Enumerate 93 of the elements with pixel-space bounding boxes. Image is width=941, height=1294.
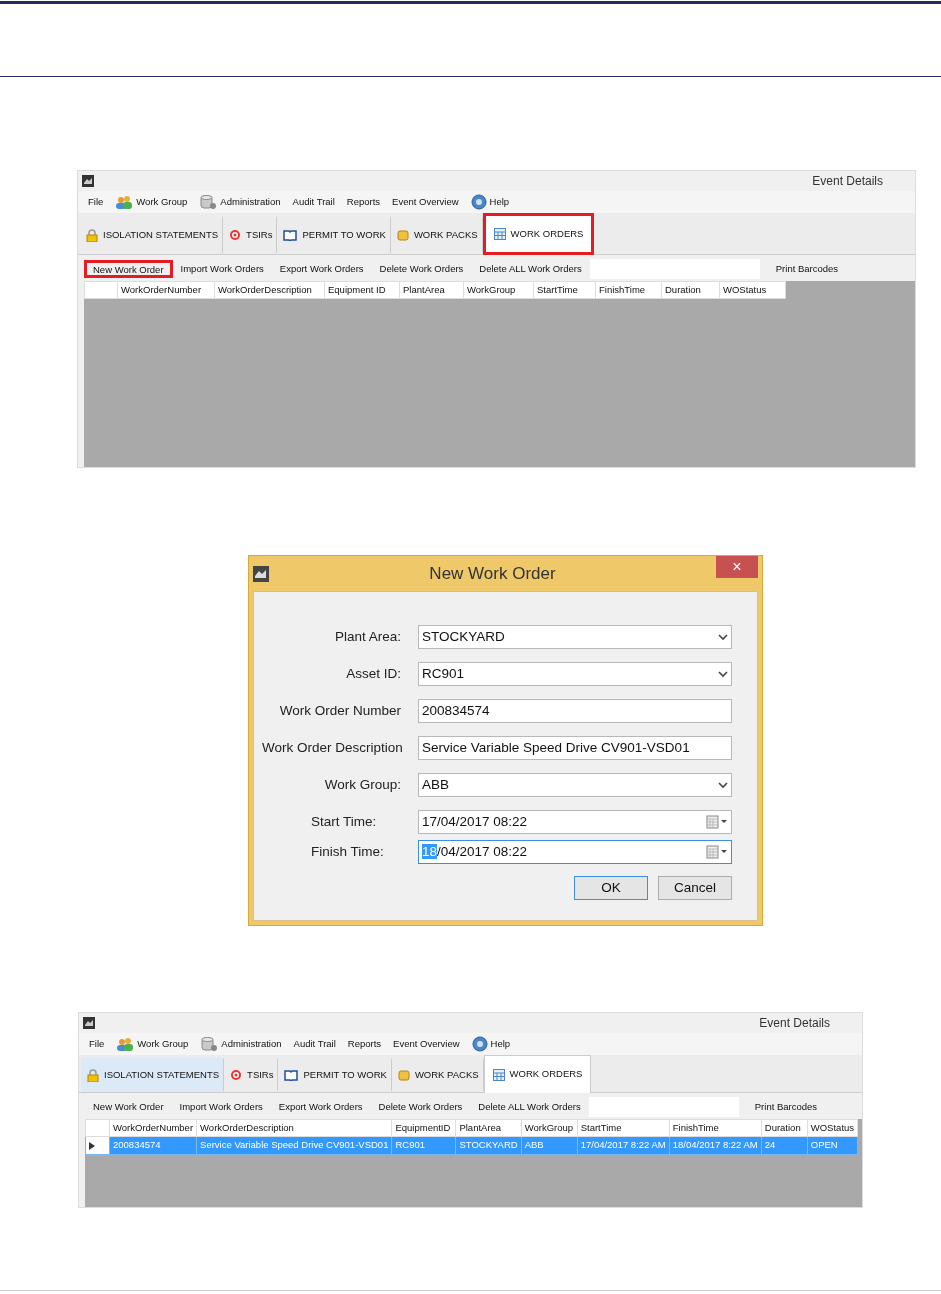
padlock-icon: [87, 1068, 99, 1082]
row-pointer-icon: [89, 1141, 95, 1150]
dialog-button[interactable]: Cancel: [658, 876, 732, 900]
window-title: Event Details: [812, 173, 883, 190]
dropdown-field[interactable]: RC901: [418, 662, 732, 686]
app-logo-icon: [82, 175, 94, 187]
dropdown-field[interactable]: STOCKYARD: [418, 625, 732, 649]
print-barcodes-button[interactable]: Print Barcodes: [746, 1098, 826, 1116]
tab[interactable]: ISOLATION STATEMENTS: [81, 1058, 225, 1092]
menu-item[interactable]: Work Group: [137, 1036, 189, 1052]
column-header[interactable]: StartTime: [533, 281, 596, 299]
print-barcodes-button[interactable]: Print Barcodes: [767, 260, 847, 278]
window-title: Event Details: [759, 1015, 830, 1032]
help-icon: [470, 194, 487, 210]
table-icon: [492, 1068, 505, 1081]
tab[interactable]: WORK ORDERS: [482, 213, 595, 255]
column-header[interactable]: Equipment ID: [324, 281, 400, 299]
toolbar-button[interactable]: New Work Order: [85, 1098, 172, 1116]
chevron-down-icon: [718, 781, 728, 789]
menu-item[interactable]: Administration: [220, 194, 281, 210]
date-picker-field[interactable]: 17/04/2017 08:22: [418, 810, 732, 834]
dialog-button[interactable]: OK: [574, 876, 648, 900]
close-button[interactable]: ×: [716, 556, 758, 578]
field-label: Plant Area:: [333, 627, 401, 646]
people-icon: [116, 1036, 135, 1052]
column-header[interactable]: WorkGroup: [463, 281, 534, 299]
menu-item[interactable]: Administration: [221, 1036, 282, 1052]
column-header[interactable]: WorkOrderNumber: [109, 1119, 197, 1137]
calendar-icon: [706, 815, 728, 829]
table-icon: [493, 228, 506, 240]
column-header[interactable]: WOStatus: [807, 1119, 858, 1137]
menu-item[interactable]: Reports: [346, 194, 381, 210]
toolbar-button[interactable]: Export Work Orders: [271, 260, 372, 278]
column-header[interactable]: EquipmentID: [391, 1119, 456, 1137]
field-label: Work Order Number: [278, 701, 401, 720]
toolbar-button[interactable]: Import Work Orders: [172, 260, 272, 278]
menu-item[interactable]: File: [88, 194, 104, 210]
column-header[interactable]: WorkOrderDescription: [214, 281, 325, 299]
dialog-title: New Work Order: [428, 562, 557, 585]
calendar-icon: [706, 845, 728, 859]
menu-item[interactable]: File: [89, 1036, 105, 1052]
app-logo-icon: [253, 565, 269, 582]
menu-item[interactable]: Help: [489, 194, 510, 210]
chevron-down-icon: [718, 670, 728, 678]
corner-header: [85, 1119, 110, 1137]
box-icon: [396, 229, 409, 241]
field-label: Finish Time:: [310, 842, 385, 861]
target-icon: [229, 229, 242, 241]
menu-item[interactable]: Audit Trail: [293, 1036, 336, 1052]
column-header[interactable]: PlantArea: [399, 281, 464, 299]
column-header[interactable]: PlantArea: [455, 1119, 522, 1137]
database-icon: [199, 194, 218, 210]
column-header[interactable]: FinishTime: [669, 1119, 762, 1137]
padlock-icon: [86, 228, 98, 242]
column-header[interactable]: WorkOrderNumber: [117, 281, 215, 299]
toolbar-button[interactable]: New Work Order: [84, 260, 173, 278]
field-label: Work Order Description: [262, 738, 401, 757]
database-icon: [200, 1036, 219, 1052]
toolbar-button[interactable]: Import Work Orders: [171, 1098, 271, 1116]
toolbar-button[interactable]: Delete Work Orders: [371, 260, 472, 278]
column-header[interactable]: WorkOrderDescription: [196, 1119, 392, 1137]
menu-item[interactable]: Audit Trail: [292, 194, 335, 210]
menu-item[interactable]: Help: [490, 1036, 511, 1052]
column-header[interactable]: Duration: [661, 281, 720, 299]
book-icon: [284, 1069, 299, 1081]
toolbar-button[interactable]: Delete ALL Work Orders: [471, 260, 590, 278]
tab[interactable]: WORK ORDERS: [483, 1055, 592, 1093]
menu-item[interactable]: Event Overview: [393, 1036, 460, 1052]
toolbar-button[interactable]: Delete ALL Work Orders: [470, 1098, 589, 1116]
column-header[interactable]: StartTime: [577, 1119, 670, 1137]
toolbar-button[interactable]: Delete Work Orders: [370, 1098, 471, 1116]
toolbar-button[interactable]: Export Work Orders: [270, 1098, 371, 1116]
dropdown-field[interactable]: ABB: [418, 773, 732, 797]
menu-item[interactable]: Work Group: [136, 194, 188, 210]
box-icon: [397, 1069, 410, 1081]
people-icon: [115, 194, 134, 210]
help-icon: [471, 1036, 488, 1052]
input-field[interactable]: 200834574: [418, 699, 732, 723]
menu-item[interactable]: Event Overview: [392, 194, 459, 210]
field-label: Start Time:: [310, 812, 378, 831]
chevron-down-icon: [718, 633, 728, 641]
corner-header: [84, 281, 118, 299]
input-field[interactable]: Service Variable Speed Drive CV901-VSD01: [418, 736, 732, 760]
column-header[interactable]: Duration: [761, 1119, 808, 1137]
column-header[interactable]: WorkGroup: [521, 1119, 578, 1137]
target-icon: [230, 1069, 243, 1081]
menu-item[interactable]: Reports: [347, 1036, 382, 1052]
book-icon: [283, 229, 298, 241]
app-logo-icon: [83, 1017, 95, 1029]
field-label: Asset ID:: [345, 664, 401, 683]
column-header[interactable]: FinishTime: [595, 281, 662, 299]
field-label: Work Group:: [323, 775, 401, 794]
column-header[interactable]: WOStatus: [719, 281, 786, 299]
